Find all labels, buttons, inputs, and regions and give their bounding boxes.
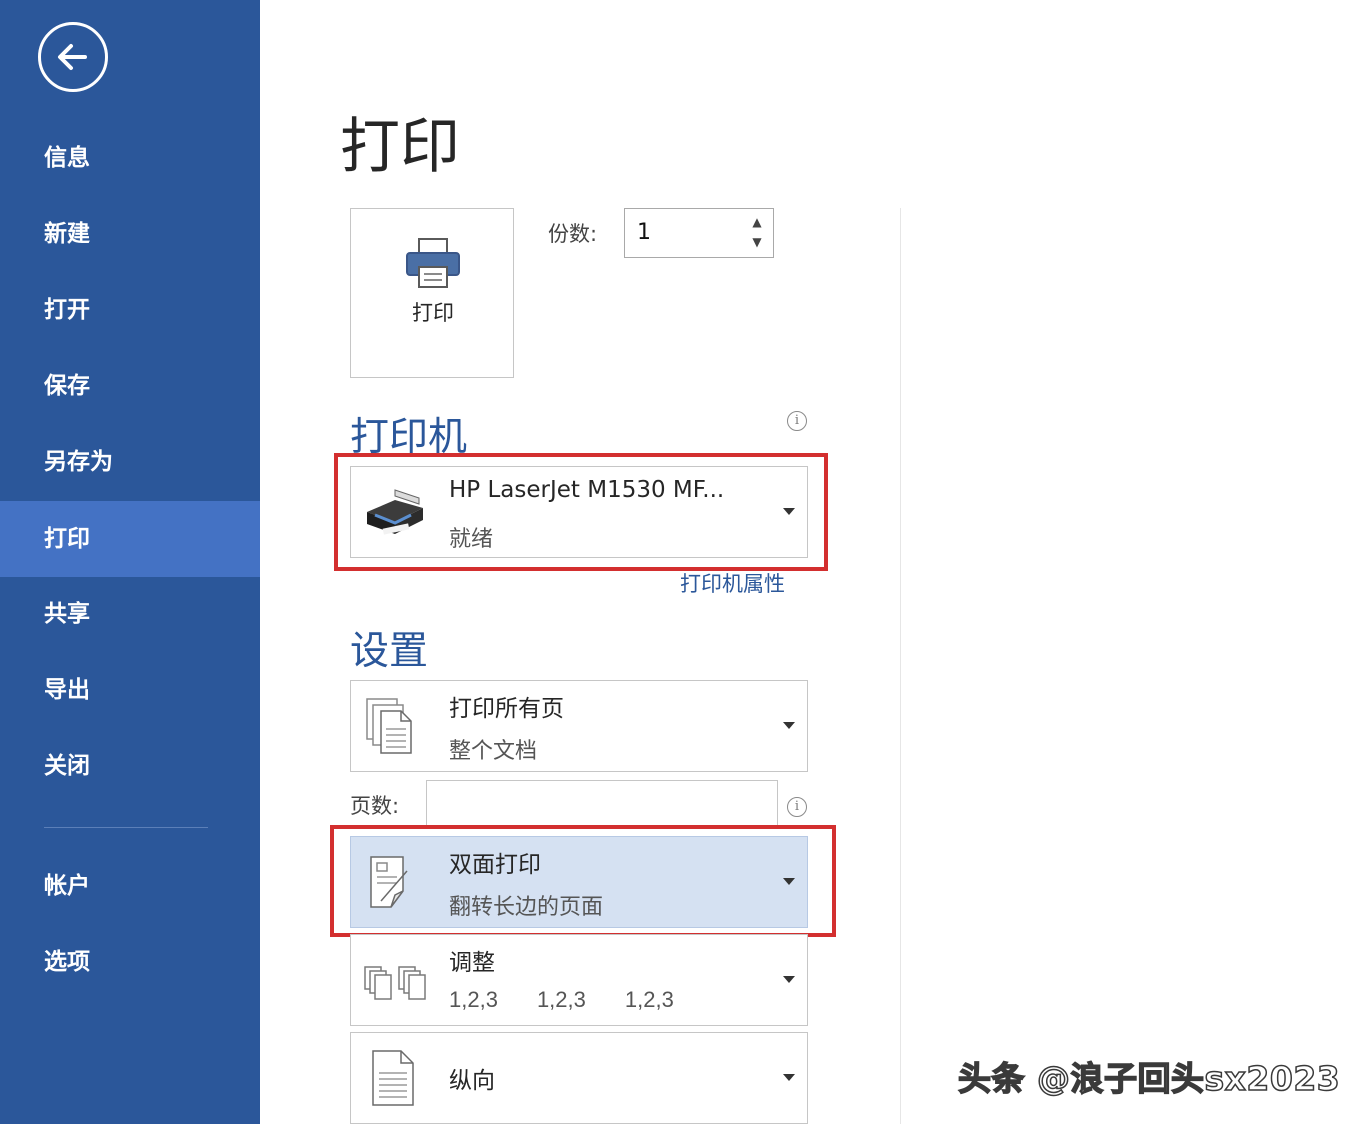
collate-group: 1,2,3 xyxy=(536,987,586,1012)
sidebar-item-close[interactable]: 关闭 xyxy=(0,728,260,804)
collate-dropdown[interactable]: 调整 1,2,3 1,2,3 1,2,3 xyxy=(350,934,808,1026)
sidebar-item-save-as[interactable]: 另存为 xyxy=(0,424,260,500)
sidebar-item-save[interactable]: 保存 xyxy=(0,348,260,424)
settings-section-title: 设置 xyxy=(350,629,429,674)
chevron-down-icon xyxy=(783,1074,795,1081)
copies-input[interactable]: 1 ▲ ▼ xyxy=(624,208,774,258)
pages-label: 页数: xyxy=(350,794,400,818)
orientation-dropdown[interactable]: 纵向 xyxy=(350,1032,808,1124)
back-arrow-icon xyxy=(58,44,87,70)
backstage-sidebar: 信息 新建 打开 保存 另存为 打印 共享 导出 关闭 帐户 选项 xyxy=(0,0,260,1124)
collate-group: 1,2,3 xyxy=(624,987,674,1012)
sidebar-item-options[interactable]: 选项 xyxy=(0,924,260,1000)
print-range-sub: 整个文档 xyxy=(449,739,538,764)
copies-value: 1 xyxy=(637,220,651,245)
preview-divider xyxy=(900,208,901,1124)
orientation-main: 纵向 xyxy=(449,1068,495,1094)
sidebar-item-info[interactable]: 信息 xyxy=(0,120,260,196)
collate-icon xyxy=(364,966,426,1000)
highlight-box-printer xyxy=(334,453,828,571)
printer-icon xyxy=(406,238,460,288)
watermark: 头条 @浪子回头sx2023 xyxy=(957,1058,1341,1099)
portrait-page-icon xyxy=(372,1050,414,1106)
pages-stack-icon xyxy=(366,698,412,754)
sidebar-item-share[interactable]: 共享 xyxy=(0,576,260,652)
sidebar-item-print[interactable]: 打印 xyxy=(0,501,260,577)
page-title: 打印 xyxy=(340,112,460,182)
info-icon[interactable]: i xyxy=(787,411,807,431)
print-range-dropdown[interactable]: 打印所有页 整个文档 xyxy=(350,680,808,772)
back-button[interactable] xyxy=(38,22,108,92)
chevron-down-icon xyxy=(783,976,795,983)
sidebar-item-open[interactable]: 打开 xyxy=(0,272,260,348)
copies-label: 份数: xyxy=(548,222,598,246)
print-button[interactable]: 打印 xyxy=(350,208,514,378)
printer-properties-link[interactable]: 打印机属性 xyxy=(680,568,785,598)
chevron-down-icon xyxy=(783,722,795,729)
print-button-label: 打印 xyxy=(412,301,454,325)
collate-sub: 1,2,3 1,2,3 1,2,3 xyxy=(449,987,706,1013)
info-icon[interactable]: i xyxy=(787,797,807,817)
spin-up-icon[interactable]: ▲ xyxy=(749,215,765,229)
collate-group: 1,2,3 xyxy=(449,987,498,1012)
sidebar-item-export[interactable]: 导出 xyxy=(0,652,260,728)
sidebar-divider xyxy=(44,827,208,828)
print-range-main: 打印所有页 xyxy=(449,696,564,722)
pages-input[interactable] xyxy=(426,780,778,826)
sidebar-item-new[interactable]: 新建 xyxy=(0,196,260,272)
highlight-box-duplex xyxy=(330,825,836,937)
collate-main: 调整 xyxy=(449,950,495,976)
sidebar-item-account[interactable]: 帐户 xyxy=(0,848,260,924)
spin-down-icon[interactable]: ▼ xyxy=(749,235,765,249)
